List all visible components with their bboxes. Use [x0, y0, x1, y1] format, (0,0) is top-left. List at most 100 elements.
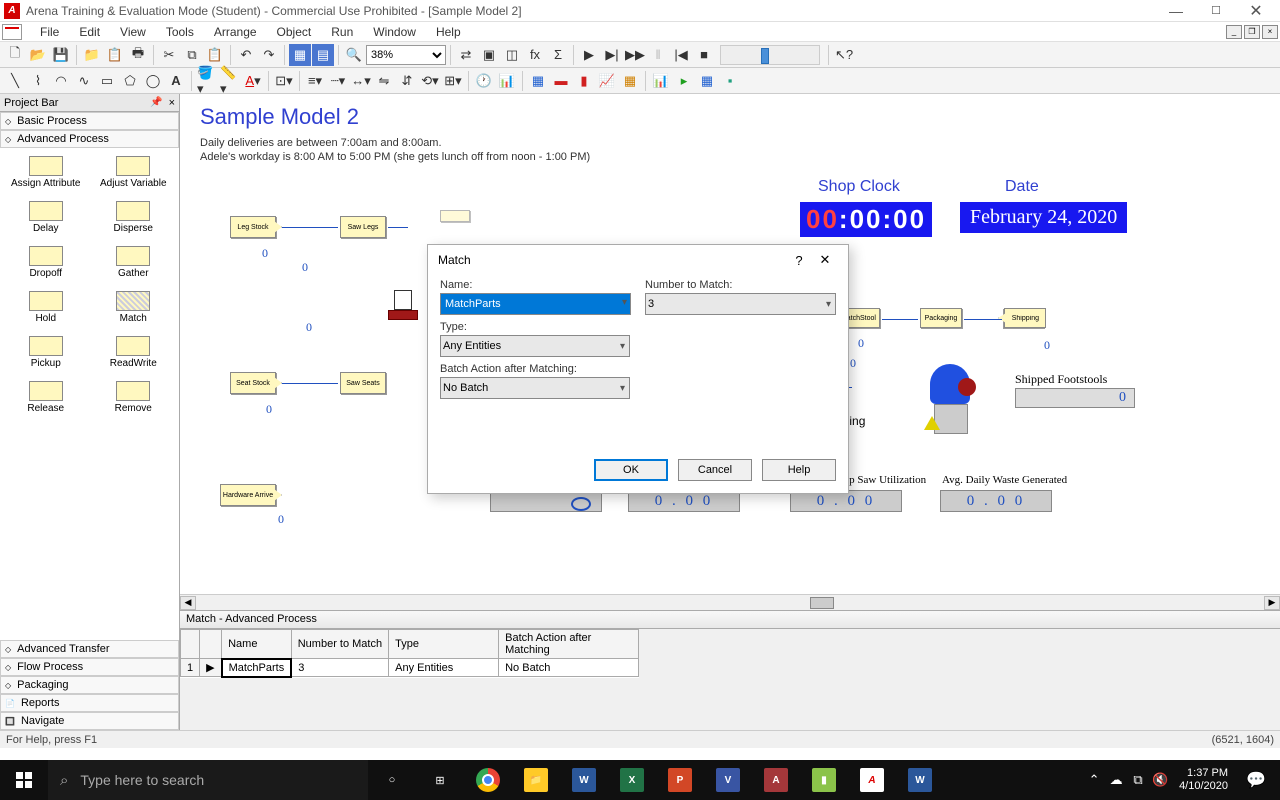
layout1-icon[interactable]: ▦ — [289, 44, 311, 66]
group-icon[interactable]: ⊡▾ — [273, 70, 295, 92]
module-gather[interactable]: Gather — [92, 242, 176, 283]
start-button[interactable] — [0, 760, 48, 800]
cell-type[interactable]: Any Entities — [389, 659, 499, 677]
cat-advanced-process[interactable]: ◇Advanced Process — [0, 130, 179, 148]
cat-flow-process[interactable]: ◇Flow Process — [0, 658, 179, 676]
sigma-icon[interactable]: Σ — [547, 44, 569, 66]
word-icon[interactable]: W — [560, 760, 608, 800]
cat-reports[interactable]: 📄Reports — [0, 694, 179, 712]
cut-icon[interactable]: ✂ — [158, 44, 180, 66]
explorer-icon[interactable]: 📁 — [512, 760, 560, 800]
menu-run[interactable]: Run — [321, 23, 363, 41]
module-hold[interactable]: Hold — [4, 287, 88, 328]
module-delay[interactable]: Delay — [4, 197, 88, 238]
new-icon[interactable]: 🗋 — [4, 44, 26, 66]
menu-tools[interactable]: Tools — [156, 23, 204, 41]
undo-icon[interactable]: ↶ — [235, 44, 257, 66]
start-over-icon[interactable]: |◀ — [670, 44, 692, 66]
rect-icon[interactable]: ▭ — [96, 70, 118, 92]
module-assign-attribute[interactable]: Assign Attribute — [4, 152, 88, 193]
chart3-icon[interactable]: ▮ — [573, 70, 595, 92]
notification-icon[interactable]: 💬 — [1236, 770, 1276, 790]
cell-name[interactable]: MatchParts — [222, 659, 292, 677]
cancel-button[interactable]: Cancel — [678, 459, 752, 481]
row-num[interactable]: 1 — [181, 659, 200, 677]
menu-window[interactable]: Window — [363, 23, 426, 41]
module-dropoff[interactable]: Dropoff — [4, 242, 88, 283]
go-icon[interactable]: ▶ — [578, 44, 600, 66]
help-button[interactable]: Help — [762, 459, 836, 481]
col-number[interactable]: Number to Match — [291, 630, 388, 659]
pin-icon[interactable]: 📌 — [150, 97, 162, 108]
cortana-icon[interactable]: ○ — [368, 760, 416, 800]
maximize-button[interactable]: ☐ — [1196, 0, 1236, 22]
snap-icon[interactable]: ⊞▾ — [442, 70, 464, 92]
taskbar-search[interactable]: ⌕ Type here to search — [48, 760, 368, 800]
clock-icon[interactable]: 🕐 — [473, 70, 495, 92]
dialog-help-icon[interactable]: ? — [786, 253, 812, 268]
cat-packaging[interactable]: ◇Packaging — [0, 676, 179, 694]
menu-file[interactable]: File — [30, 23, 69, 41]
folder-icon[interactable]: 📁 — [81, 44, 103, 66]
mdi-close[interactable]: × — [1262, 25, 1278, 39]
submodel-icon[interactable]: ▣ — [478, 44, 500, 66]
col-name[interactable]: Name — [222, 630, 292, 659]
taskbar-clock[interactable]: 1:37 PM 4/10/2020 — [1171, 767, 1236, 793]
paste-icon[interactable]: 📋 — [204, 44, 226, 66]
arena-icon[interactable]: A — [848, 760, 896, 800]
block-seat-stock[interactable]: Seat Stock — [230, 372, 276, 394]
chart1-icon[interactable]: ▦ — [527, 70, 549, 92]
line-icon[interactable]: ╲ — [4, 70, 26, 92]
dropbox-icon[interactable]: ⧉ — [1127, 772, 1149, 788]
step-icon[interactable]: ▶| — [601, 44, 623, 66]
line-color-icon[interactable]: 📏▾ — [219, 70, 241, 92]
chart4-icon[interactable]: 📈 — [596, 70, 618, 92]
scroll-left-icon[interactable]: ◀ — [180, 596, 196, 610]
flip-h-icon[interactable]: ⇋ — [373, 70, 395, 92]
curve-icon[interactable]: ∿ — [73, 70, 95, 92]
scroll-thumb[interactable] — [810, 597, 834, 609]
taskview-icon[interactable]: ⊞ — [416, 760, 464, 800]
block-hardware[interactable]: Hardware Arrive — [220, 484, 276, 506]
chart6-icon[interactable]: 📊 — [650, 70, 672, 92]
block-packaging[interactable]: Packaging — [920, 308, 962, 328]
close-button[interactable]: ✕ — [1236, 0, 1276, 22]
col-batch[interactable]: Batch Action after Matching — [499, 630, 639, 659]
connect-icon[interactable]: ⇄ — [455, 44, 477, 66]
scroll-right-icon[interactable]: ▶ — [1264, 596, 1280, 610]
ok-button[interactable]: OK — [594, 459, 668, 481]
row-pointer-icon[interactable]: ▶ — [200, 659, 222, 677]
module-release[interactable]: Release — [4, 377, 88, 418]
powerpoint-icon[interactable]: P — [656, 760, 704, 800]
zoom-select[interactable]: 38% — [366, 45, 446, 65]
cat-basic-process[interactable]: ◇Basic Process — [0, 112, 179, 130]
menu-view[interactable]: View — [110, 23, 156, 41]
col-type[interactable]: Type — [389, 630, 499, 659]
minitab-icon[interactable]: ▮ — [800, 760, 848, 800]
chart2-icon[interactable]: ▬ — [550, 70, 572, 92]
pause-icon[interactable]: ‖ — [647, 44, 669, 66]
text-icon[interactable]: A — [165, 70, 187, 92]
menu-edit[interactable]: Edit — [69, 23, 110, 41]
onedrive-icon[interactable]: ☁ — [1105, 772, 1127, 788]
dialog-titlebar[interactable]: Match ? ✕ — [428, 245, 848, 275]
module-pickup[interactable]: Pickup — [4, 332, 88, 373]
ellipse-icon[interactable]: ◯ — [142, 70, 164, 92]
cat-advanced-transfer[interactable]: ◇Advanced Transfer — [0, 640, 179, 658]
module-adjust-variable[interactable]: Adjust Variable — [92, 152, 176, 193]
template-icon[interactable]: 📋 — [104, 44, 126, 66]
block-leg-stock[interactable]: Leg Stock — [230, 216, 276, 238]
var-icon[interactable]: 📊 — [496, 70, 518, 92]
module-readwrite[interactable]: ReadWrite — [92, 332, 176, 373]
block-partial-1[interactable] — [440, 210, 470, 222]
ff-icon[interactable]: ▶▶ — [624, 44, 646, 66]
expr-icon[interactable]: fx — [524, 44, 546, 66]
cell-batch[interactable]: No Batch — [499, 659, 639, 677]
block-saw-seats[interactable]: Saw Seats — [340, 372, 386, 394]
canvas-hscrollbar[interactable]: ◀ ▶ — [180, 594, 1280, 610]
spreadsheet-table[interactable]: Name Number to Match Type Batch Action a… — [180, 629, 639, 678]
projectbar-close-icon[interactable]: × — [169, 97, 175, 109]
menu-help[interactable]: Help — [426, 23, 471, 41]
line-weight-icon[interactable]: ≡▾ — [304, 70, 326, 92]
text-color-icon[interactable]: A▾ — [242, 70, 264, 92]
